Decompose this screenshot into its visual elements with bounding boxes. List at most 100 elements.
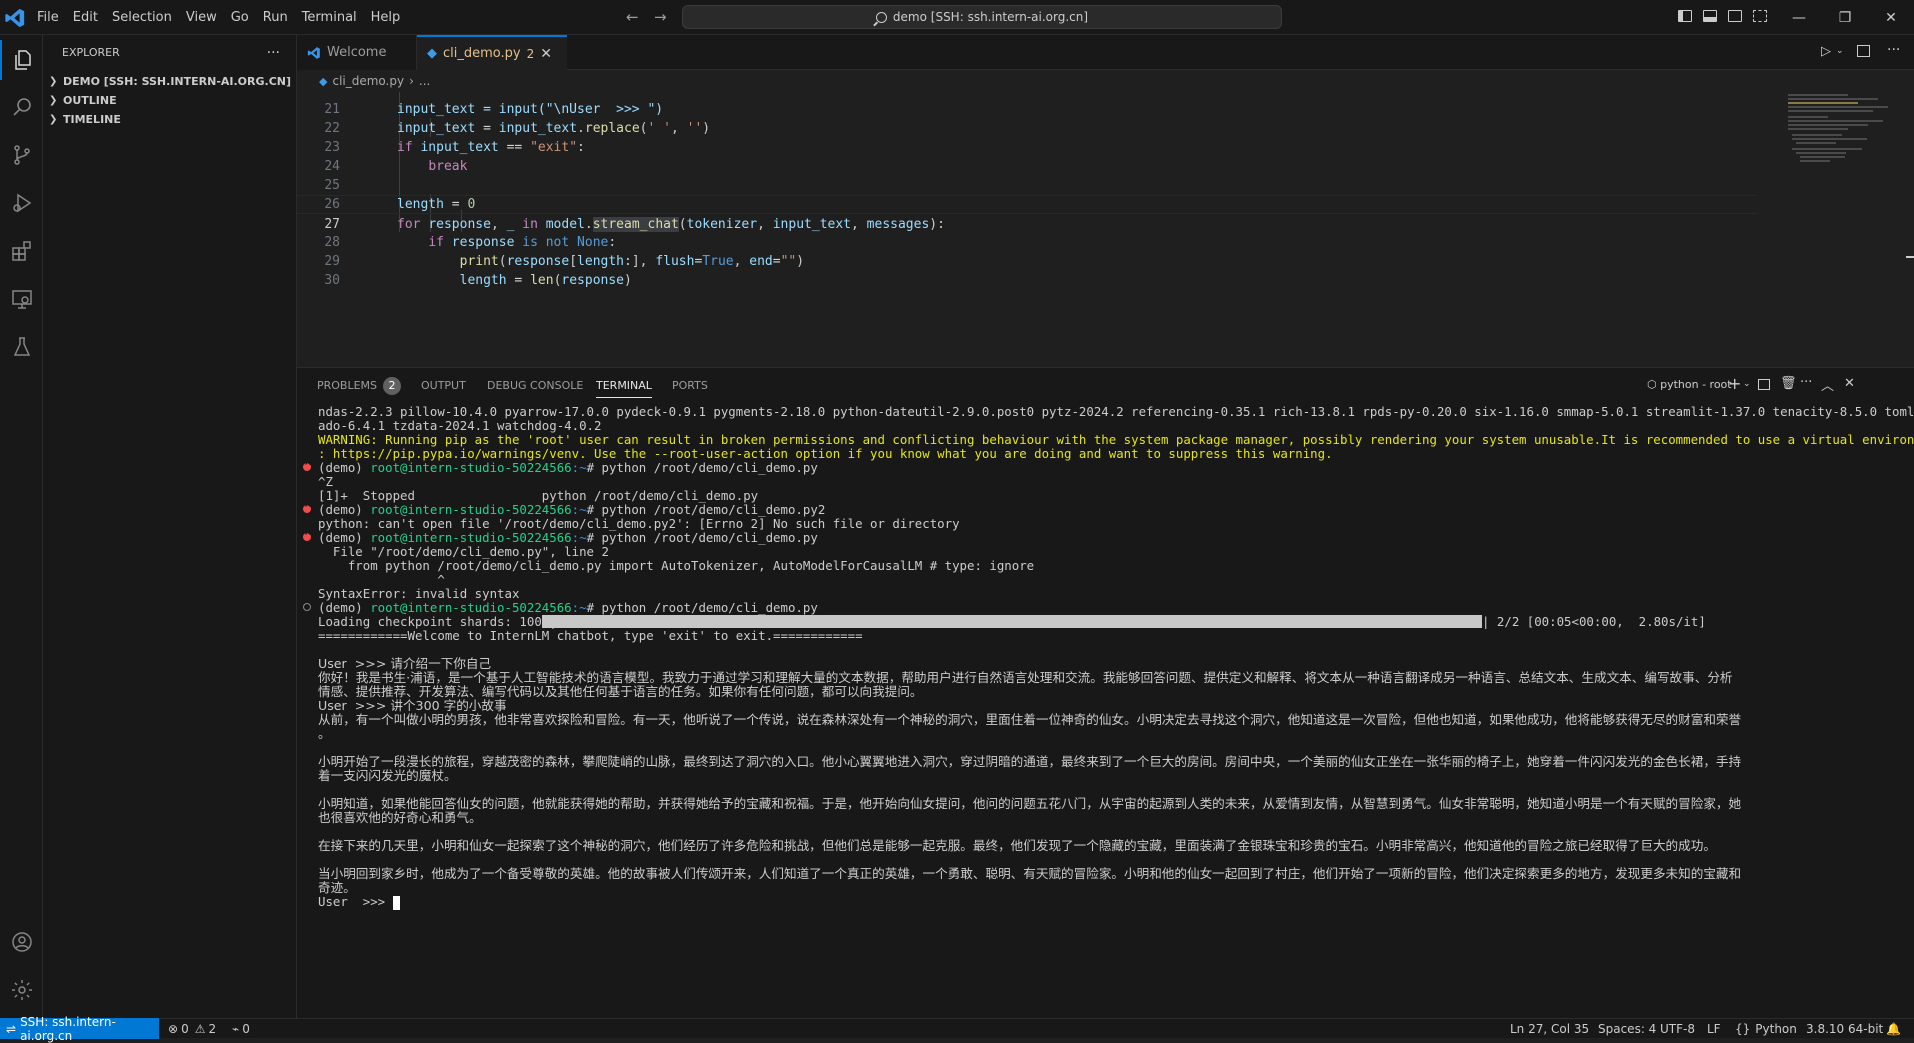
remote-explorer-icon[interactable] — [0, 279, 43, 319]
code-editor[interactable]: 21 input_text = input("\nUser >>> ") 22 in… — [297, 92, 1782, 367]
code-line: 23 if input_text == "exit": — [324, 140, 585, 155]
chat-response-line: 也很喜欢他的好奇心和勇气。 — [318, 810, 482, 825]
chat-response-line: 从前，有一个叫做小明的男孩，他非常喜欢探险和冒险。有一天，他听说了一个传说，说在… — [318, 712, 1742, 727]
code-line: 26 length = 0 — [324, 197, 476, 212]
tab-welcome-label: Welcome — [327, 45, 387, 60]
menu-terminal[interactable]: Terminal — [295, 10, 364, 25]
close-window-button[interactable]: ✕ — [1868, 0, 1914, 35]
language-status[interactable]: {} Python — [1735, 1019, 1797, 1039]
split-terminal-icon[interactable] — [1758, 379, 1770, 390]
chat-prompt: User >>> — [318, 894, 393, 909]
tab-problems[interactable]: PROBLEMS 2 — [317, 368, 402, 403]
command-running-decoration-icon[interactable] — [303, 603, 311, 611]
menu-run[interactable]: Run — [256, 10, 295, 25]
back-arrow-icon[interactable]: ← — [626, 8, 639, 26]
editor-scrollbar[interactable] — [1902, 92, 1914, 367]
run-debug-icon[interactable] — [0, 183, 43, 223]
title-bar: File Edit Selection View Go Run Terminal… — [0, 0, 1914, 35]
menu-go[interactable]: Go — [224, 10, 256, 25]
ports-count: 0 — [242, 1022, 250, 1036]
ports-status[interactable]: ⌁ 0 — [232, 1019, 250, 1039]
python-interpreter-status[interactable]: 3.8.10 64-bit — [1806, 1019, 1883, 1039]
toggle-panel-icon[interactable] — [1703, 10, 1717, 22]
cursor-position[interactable]: Ln 27, Col 35 — [1510, 1019, 1589, 1039]
menu-edit[interactable]: Edit — [66, 10, 105, 25]
maximize-panel-icon[interactable]: ︿ — [1821, 375, 1834, 394]
remote-icon: ⇌ — [6, 1021, 17, 1036]
radio-tower-icon: ⌁ — [232, 1022, 240, 1036]
close-icon[interactable]: ✕ — [540, 46, 552, 62]
minimap[interactable] — [1782, 92, 1902, 367]
section-timeline[interactable]: ❯ TIMELINE — [43, 108, 296, 130]
customize-layout-icon[interactable] — [1753, 10, 1767, 22]
code-line: 21 input_text = input("\nUser >>> ") — [324, 102, 664, 117]
code-line: 29 print(response[length:], flush=True, … — [324, 254, 805, 269]
indentation-status[interactable]: Spaces: 4 — [1598, 1019, 1656, 1039]
split-editor-icon[interactable] — [1857, 45, 1870, 57]
terminal[interactable]: ndas-2.2.3 pillow-10.4.0 pyarrow-17.0.0 … — [297, 403, 1914, 1019]
account-icon[interactable] — [0, 922, 43, 962]
braces-icon: {} — [1735, 1022, 1751, 1036]
code-line: 22 input_text = input_text.replace(' ', '… — [324, 121, 711, 136]
menu-help[interactable]: Help — [364, 10, 408, 25]
search-icon — [875, 11, 887, 23]
more-actions-icon[interactable]: ··· — [1800, 375, 1812, 390]
minimize-button[interactable]: — — [1776, 0, 1822, 35]
more-actions-icon[interactable]: ··· — [1887, 42, 1900, 58]
menu-bar: File Edit Selection View Go Run Terminal… — [30, 0, 407, 35]
breadcrumb-file[interactable]: cli_demo.py — [332, 74, 404, 88]
tab-welcome[interactable]: Welcome — [297, 35, 417, 70]
warning-count: 2 — [208, 1022, 217, 1036]
toggle-primary-sidebar-icon[interactable] — [1678, 10, 1692, 22]
source-control-icon[interactable] — [0, 135, 43, 175]
breadcrumb-symbol[interactable]: ... — [419, 74, 430, 88]
notifications-bell-icon[interactable]: 🔔 — [1886, 1019, 1901, 1039]
terminal-input-line[interactable]: User >>> — [318, 893, 400, 910]
chat-response-line: 在接下来的几天里，小明和仙女一起探索了这个神秘的洞穴，他们经历了许多危险和挑战，… — [318, 838, 1716, 853]
command-error-decoration-icon[interactable] — [303, 528, 312, 541]
menu-selection[interactable]: Selection — [105, 10, 179, 25]
testing-icon[interactable] — [0, 327, 43, 367]
settings-gear-icon[interactable] — [0, 970, 43, 1010]
restore-button[interactable]: ❐ — [1822, 0, 1868, 35]
error-count: 0 — [181, 1022, 189, 1036]
command-error-decoration-icon[interactable] — [303, 458, 312, 471]
bottom-panel: PROBLEMS 2 OUTPUT DEBUG CONSOLE TERMINAL… — [297, 367, 1914, 1018]
breadcrumb: ◆ cli_demo.py › ... — [297, 70, 1914, 92]
tab-terminal[interactable]: TERMINAL — [596, 368, 652, 403]
code-line-current: 27 for response, _ in model.stream_chat(t… — [297, 195, 1757, 232]
menu-view[interactable]: View — [179, 10, 224, 25]
chat-response-line: 小明开始了一段漫长的旅程，穿越茂密的森林，攀爬陡峭的山脉，最终到达了洞穴的入口。… — [318, 754, 1742, 769]
language-label: Python — [1755, 1022, 1797, 1036]
search-icon[interactable] — [0, 87, 43, 127]
trash-icon[interactable]: 🗑 — [1780, 376, 1797, 391]
command-error-decoration-icon[interactable] — [303, 500, 312, 513]
tab-cli-demo-label: cli_demo.py — [443, 46, 521, 61]
problems-status[interactable]: ⊗ 0 ⚠ 2 — [168, 1019, 216, 1039]
close-panel-icon[interactable]: ✕ — [1844, 376, 1855, 391]
warning-icon: ⚠ — [194, 1022, 206, 1036]
remote-label: SSH: ssh.intern-ai.org.cn — [20, 1014, 116, 1043]
files-icon[interactable] — [0, 40, 43, 80]
eol-status[interactable]: LF — [1707, 1019, 1721, 1039]
chevron-down-icon[interactable]: ⌄ — [1743, 379, 1751, 389]
encoding-status[interactable]: UTF-8 — [1660, 1019, 1695, 1039]
command-center[interactable]: demo [SSH: ssh.intern-ai.org.cn] — [682, 5, 1282, 29]
tab-output[interactable]: OUTPUT — [421, 368, 466, 403]
tab-debug-console[interactable]: DEBUG CONSOLE — [487, 368, 583, 403]
forward-arrow-icon[interactable]: → — [654, 8, 667, 26]
more-actions-icon[interactable]: ··· — [267, 45, 280, 61]
remote-indicator[interactable]: ⇌ SSH: ssh.intern-ai.org.cn — [0, 1015, 159, 1043]
menu-file[interactable]: File — [30, 10, 66, 25]
activity-bar — [0, 35, 43, 1018]
extensions-icon[interactable] — [0, 231, 43, 271]
run-python-file-icon[interactable]: ▷ — [1821, 44, 1831, 59]
chevron-down-icon[interactable]: ⌄ — [1836, 46, 1844, 56]
toggle-secondary-sidebar-icon[interactable] — [1728, 10, 1742, 22]
tab-cli-demo[interactable]: ◆ cli_demo.py 2 ✕ — [417, 35, 567, 70]
terminal-prompt-line: (demo) root@intern-studio-50224566:~# py… — [318, 460, 818, 475]
terminal-instance[interactable]: ⬡ python - root — [1647, 378, 1732, 391]
terminal-loading-stats: | 2/2 [00:05<00:00, 2.80s/it] — [1482, 614, 1706, 629]
tab-ports[interactable]: PORTS — [672, 368, 708, 403]
new-terminal-icon[interactable]: + — [1728, 374, 1741, 393]
